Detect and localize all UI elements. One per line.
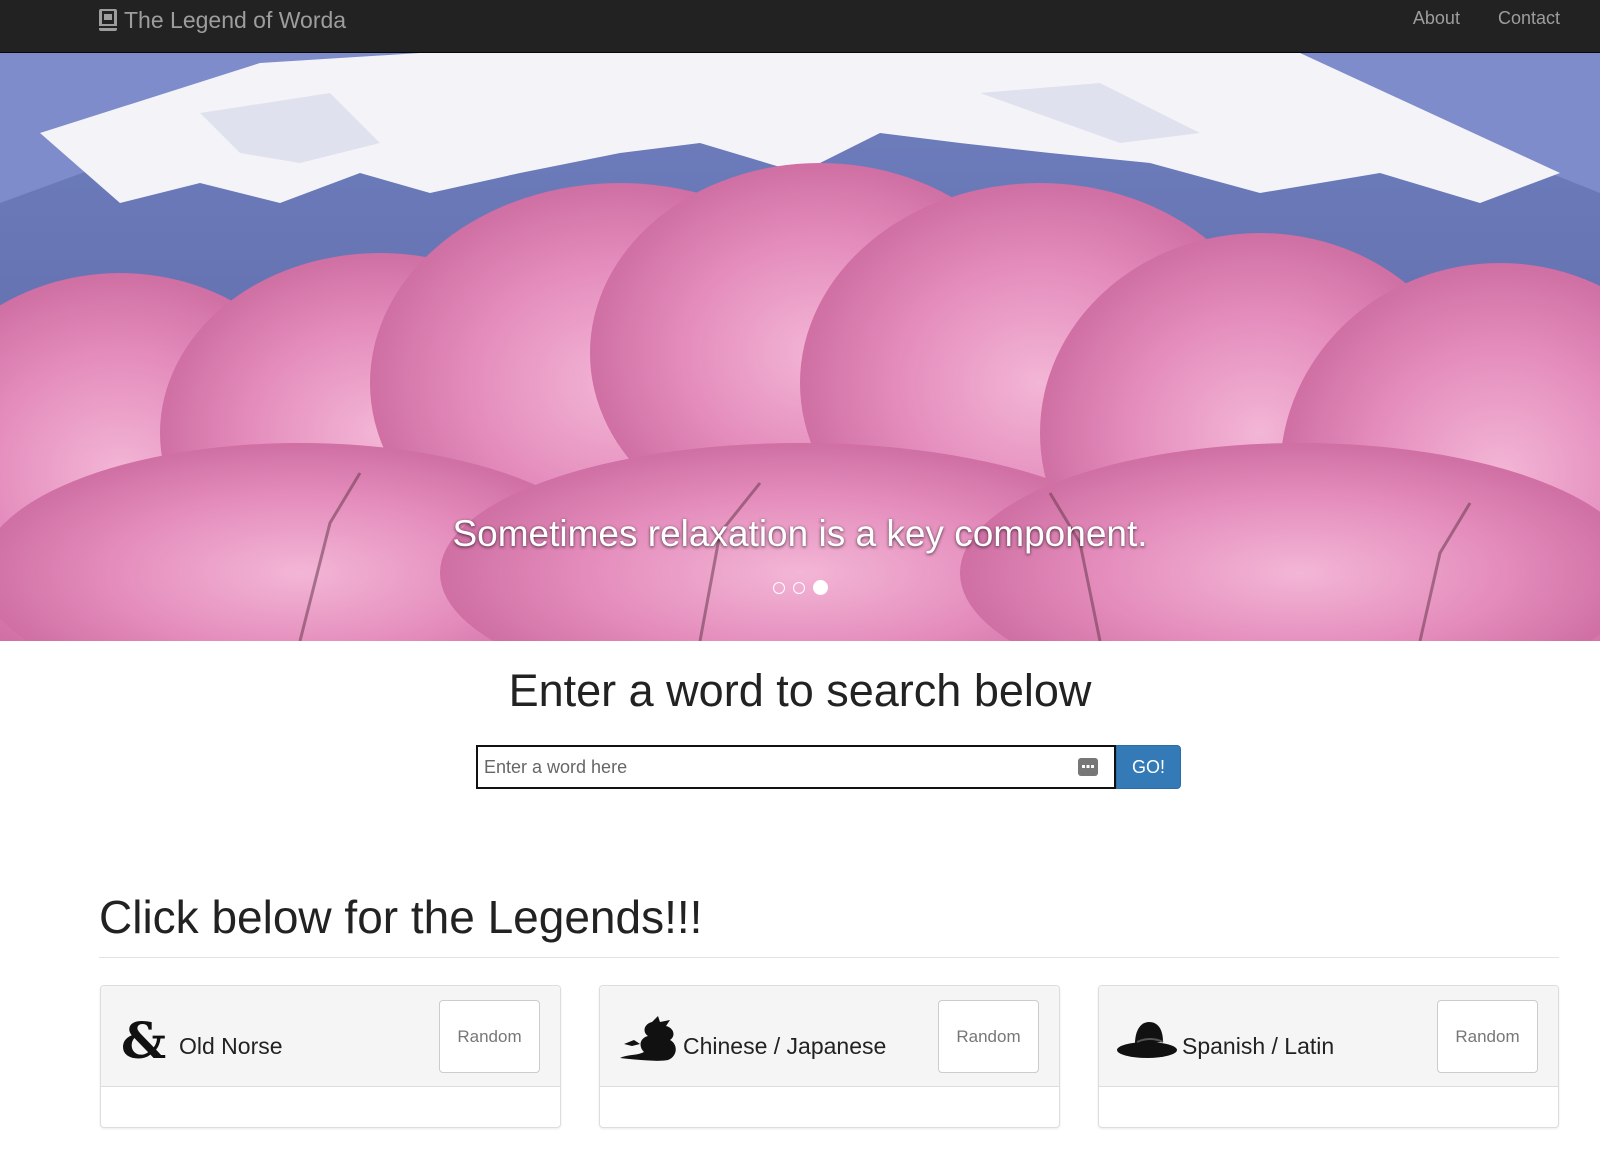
- legend-card-title: Old Norse: [179, 1033, 283, 1059]
- legends-divider: [99, 957, 1559, 958]
- keyboard-icon[interactable]: [1078, 758, 1098, 776]
- search-form: GO!: [476, 745, 1181, 789]
- legend-card-heading: Chinese / Japanese Random: [600, 986, 1059, 1087]
- carousel-indicator-2[interactable]: [792, 581, 805, 594]
- search-input[interactable]: [478, 747, 1114, 787]
- nav-links: About Contact: [1375, 8, 1560, 29]
- legend-card-title: Spanish / Latin: [1182, 1033, 1335, 1059]
- dragon-icon: [620, 1016, 676, 1061]
- book-icon: [99, 9, 117, 31]
- search-heading: Enter a word to search below: [508, 665, 1092, 716]
- legend-card-old-norse: & Old Norse Random: [100, 985, 561, 1128]
- carousel-indicator-1[interactable]: [772, 581, 785, 594]
- go-search-button[interactable]: GO!: [1116, 745, 1181, 789]
- top-navbar: The Legend of Worda About Contact: [0, 0, 1600, 53]
- carousel-caption: Sometimes relaxation is a key component.: [452, 513, 1148, 554]
- svg-text:&: &: [121, 1014, 166, 1062]
- sombrero-hat-icon: [1117, 1022, 1177, 1058]
- nav-contact-link[interactable]: Contact: [1498, 8, 1560, 29]
- carousel-indicators: [0, 580, 1600, 595]
- nav-about-link[interactable]: About: [1413, 8, 1460, 29]
- random-chinese-japanese-button[interactable]: Random: [938, 1000, 1039, 1073]
- legend-card-chinese-japanese: Chinese / Japanese Random: [599, 985, 1060, 1128]
- ampersand-dragon-icon: &: [121, 1014, 166, 1062]
- search-input-wrapper: [476, 745, 1116, 789]
- carousel-indicator-3-active[interactable]: [812, 580, 828, 595]
- legend-card-heading: & Old Norse Random: [101, 986, 560, 1087]
- hero-carousel[interactable]: Sometimes relaxation is a key component.: [0, 53, 1600, 641]
- legend-card-spanish-latin: Spanish / Latin Random: [1098, 985, 1559, 1128]
- legend-card-heading: Spanish / Latin Random: [1099, 986, 1558, 1087]
- brand-link[interactable]: The Legend of Worda: [98, 6, 346, 34]
- random-spanish-latin-button[interactable]: Random: [1437, 1000, 1538, 1073]
- legends-heading: Click below for the Legends!!!: [99, 891, 703, 943]
- brand-title: The Legend of Worda: [124, 6, 347, 33]
- random-old-norse-button[interactable]: Random: [439, 1000, 540, 1073]
- legend-card-title: Chinese / Japanese: [683, 1033, 887, 1059]
